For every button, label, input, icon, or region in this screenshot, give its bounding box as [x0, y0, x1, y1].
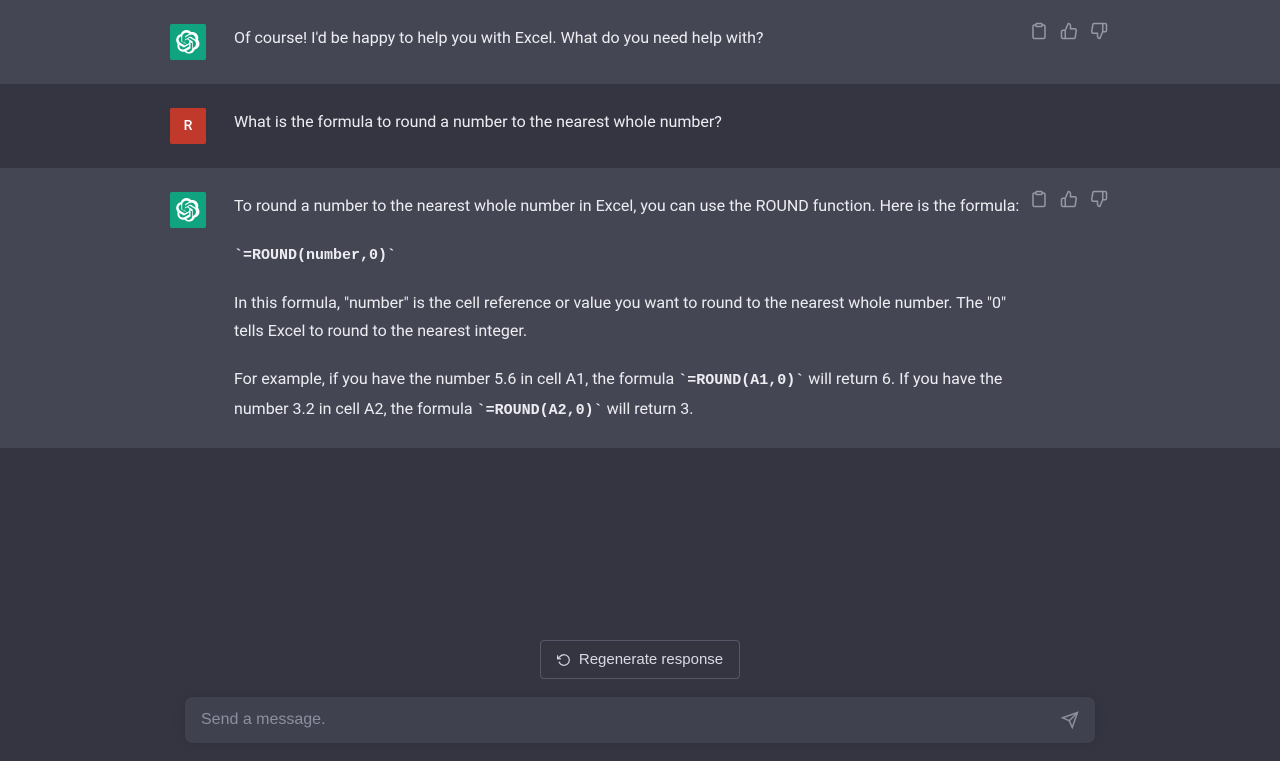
paragraph: For example, if you have the number 5.6 …: [234, 365, 1020, 424]
message-row-assistant: Of course! I'd be happy to help you with…: [0, 0, 1280, 84]
copy-button[interactable]: [1028, 188, 1050, 210]
message-text: Of course! I'd be happy to help you with…: [234, 24, 1020, 52]
thumbs-up-button[interactable]: [1058, 188, 1080, 210]
send-button[interactable]: [1061, 711, 1079, 729]
text-fragment: will return 3.: [603, 399, 694, 418]
inline-code: `=ROUND(A2,0)`: [477, 402, 603, 419]
paragraph: To round a number to the nearest whole n…: [234, 192, 1020, 220]
thumbs-down-button[interactable]: [1088, 20, 1110, 42]
openai-logo-icon: [176, 198, 200, 222]
inline-code: `=ROUND(A1,0)`: [678, 372, 804, 389]
message-actions: [1028, 188, 1110, 210]
code-line: `=ROUND(number,0)`: [234, 240, 1020, 269]
regenerate-button[interactable]: Regenerate response: [540, 640, 740, 679]
thumbs-up-icon: [1060, 22, 1078, 40]
copy-button[interactable]: [1028, 20, 1050, 42]
thumbs-up-button[interactable]: [1058, 20, 1080, 42]
user-avatar: R: [170, 108, 206, 144]
message-content: To round a number to the nearest whole n…: [234, 192, 1110, 424]
clipboard-icon: [1030, 190, 1048, 208]
text-fragment: For example, if you have the number 5.6 …: [234, 369, 678, 388]
footer-area: Regenerate response: [0, 612, 1280, 761]
assistant-avatar: [170, 24, 206, 60]
message-row-assistant: To round a number to the nearest whole n…: [0, 168, 1280, 448]
message-text: What is the formula to round a number to…: [234, 108, 1020, 136]
message-actions: [1028, 20, 1110, 42]
paragraph: In this formula, "number" is the cell re…: [234, 289, 1020, 345]
conversation-scroll-area[interactable]: Of course! I'd be happy to help you with…: [0, 0, 1280, 612]
thumbs-up-icon: [1060, 190, 1078, 208]
thumbs-down-icon: [1090, 190, 1108, 208]
message-input[interactable]: [201, 711, 1061, 729]
thumbs-down-icon: [1090, 22, 1108, 40]
thumbs-down-button[interactable]: [1088, 188, 1110, 210]
assistant-avatar: [170, 192, 206, 228]
message-content: Of course! I'd be happy to help you with…: [234, 24, 1110, 60]
message-content: What is the formula to round a number to…: [234, 108, 1110, 144]
inline-code: `=ROUND(number,0)`: [234, 247, 396, 264]
openai-logo-icon: [176, 30, 200, 54]
user-initial: R: [184, 118, 193, 134]
send-icon: [1061, 711, 1079, 729]
refresh-icon: [557, 653, 571, 667]
message-row-user: R What is the formula to round a number …: [0, 84, 1280, 168]
clipboard-icon: [1030, 22, 1048, 40]
message-input-wrap[interactable]: [185, 697, 1095, 743]
regenerate-label: Regenerate response: [579, 651, 723, 668]
